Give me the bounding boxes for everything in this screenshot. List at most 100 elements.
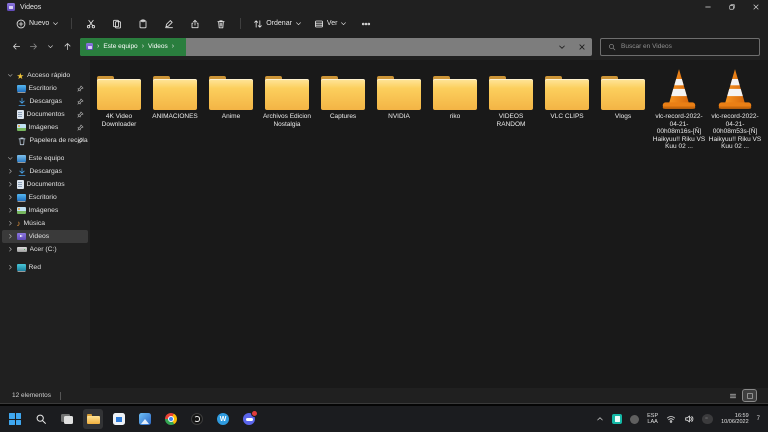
sidebar-item-imagenes[interactable]: Imágenes — [2, 204, 88, 217]
sidebar-item-escritorio[interactable]: Escritorio — [2, 82, 88, 95]
taskbar-button-store[interactable] — [109, 409, 129, 429]
chrome-icon — [165, 413, 177, 425]
window-controls — [696, 0, 768, 14]
search-icon — [608, 43, 616, 51]
clock[interactable]: 16:59 10/06/2022 — [721, 413, 749, 426]
recycle-bin-icon — [17, 136, 27, 146]
share-button[interactable] — [182, 16, 208, 32]
more-options-button[interactable] — [353, 16, 379, 32]
file-label: VIDEOS RANDOM — [484, 113, 538, 128]
rename-icon — [164, 19, 174, 29]
desktop-icon — [17, 85, 26, 92]
task-view-icon — [61, 414, 73, 424]
file-item-4k-video-downloader[interactable]: 4K Video Downloader — [91, 66, 147, 151]
sidebar-item-videos[interactable]: Videos — [2, 230, 88, 243]
tray-dark-app-icon[interactable] — [702, 414, 713, 424]
details-view-button[interactable] — [726, 390, 739, 401]
search-box[interactable] — [600, 38, 760, 56]
file-item-vlogs[interactable]: Vlogs — [595, 66, 651, 151]
breadcrumb-this-pc[interactable]: Este equipo — [103, 43, 137, 50]
chevron-down-icon — [52, 20, 59, 27]
view-toggles — [726, 390, 756, 401]
sidebar-item-papelera-de-recicla[interactable]: Papelera de recicla — [2, 134, 88, 147]
sidebar-item-imagenes[interactable]: Imágenes — [2, 121, 88, 134]
breadcrumb-videos[interactable]: Videos — [148, 43, 168, 50]
trash-icon — [216, 19, 226, 29]
view-button[interactable]: Ver — [308, 17, 354, 31]
sidebar-item-escritorio[interactable]: Escritorio — [2, 191, 88, 204]
forward-button[interactable] — [25, 38, 42, 55]
large-icons-view-button[interactable] — [743, 390, 756, 401]
new-button[interactable]: Nuevo — [10, 17, 65, 31]
language-indicator[interactable]: ESP LAA — [647, 413, 658, 426]
crumb-separator-icon: › — [97, 43, 99, 50]
stop-loading-button[interactable] — [574, 38, 590, 56]
taskbar-button-photos[interactable] — [135, 409, 155, 429]
tray-gray-app-icon[interactable] — [630, 415, 639, 424]
volume-icon[interactable] — [684, 414, 694, 424]
chevron-right-icon — [7, 233, 14, 240]
sidebar-item-descargas[interactable]: Descargas — [2, 165, 88, 178]
sidebar-item-acer-c[interactable]: Acer (C:) — [2, 243, 88, 256]
file-icon-area — [265, 66, 309, 110]
back-button[interactable] — [8, 38, 25, 55]
sidebar-item-label: Escritorio — [29, 194, 57, 201]
maximize-restore-button[interactable] — [720, 0, 744, 14]
file-item-vlc-record-2022-04-21-00h08m16s-n-haikyu[interactable]: vlc-record-2022-04-21-00h08m16s-[Ñ] Haik… — [651, 66, 707, 151]
copy-button[interactable] — [104, 16, 130, 32]
file-item-captures[interactable]: Captures — [315, 66, 371, 151]
up-button[interactable] — [59, 38, 76, 55]
folder-icon — [97, 76, 141, 110]
sidebar-item-label: Música — [24, 220, 46, 227]
tray-teal-app-icon[interactable] — [612, 414, 622, 424]
file-item-nvidia[interactable]: NVIDIA — [371, 66, 427, 151]
sidebar-item-network[interactable]: Red — [2, 261, 88, 274]
address-dropdown-button[interactable] — [554, 38, 570, 56]
rename-button[interactable] — [156, 16, 182, 32]
taskbar-button-start[interactable] — [5, 409, 25, 429]
breadcrumb: › Este equipo › Videos › — [80, 43, 174, 50]
sidebar-section-quick-access[interactable]: ★ Acceso rápido — [2, 69, 88, 82]
file-item-animaciones[interactable]: ANIMACIONES — [147, 66, 203, 151]
taskbar-icons — [5, 409, 259, 429]
toolbar-divider — [240, 18, 241, 29]
cut-button[interactable] — [78, 16, 104, 32]
taskbar-button-task-view[interactable] — [57, 409, 77, 429]
file-icon-area — [321, 66, 365, 110]
notification-count[interactable]: 7 — [757, 416, 760, 422]
file-label: VLC CLIPS — [550, 113, 583, 121]
taskbar-button-w-circle-app[interactable] — [213, 409, 233, 429]
recent-locations-button[interactable] — [42, 38, 59, 55]
taskbar-button-dark-circle-app[interactable] — [187, 409, 207, 429]
file-item-videos-random[interactable]: VIDEOS RANDOM — [483, 66, 539, 151]
file-item-anime[interactable]: Anime — [203, 66, 259, 151]
file-item-vlc-record-2022-04-21-00h08m53s-n-haikyu[interactable]: vlc-record-2022-04-21-00h08m53s-[Ñ] Haik… — [707, 66, 763, 151]
minimize-button[interactable] — [696, 0, 720, 14]
sort-button[interactable]: Ordenar — [247, 17, 308, 31]
search-input[interactable] — [621, 43, 752, 50]
sidebar-item-musica[interactable]: ♪Música — [2, 217, 88, 230]
items-count: 12 elementos — [12, 392, 51, 399]
sidebar-item-label: Videos — [29, 233, 50, 240]
file-item-archivos-edicion-nostalgia[interactable]: Archivos Edicion Nostalgia — [259, 66, 315, 151]
taskbar-button-discord[interactable] — [239, 409, 259, 429]
folder-icon — [377, 76, 421, 110]
sidebar-section-this-pc[interactable]: Este equipo — [2, 152, 88, 165]
drive-icon — [17, 247, 27, 252]
file-list: 4K Video DownloaderANIMACIONESAnimeArchi… — [90, 60, 768, 388]
taskbar-button-search[interactable] — [31, 409, 51, 429]
taskbar-button-chrome[interactable] — [161, 409, 181, 429]
system-tray: ESP LAA 16:59 10/06/2022 7 — [596, 413, 763, 426]
sidebar-item-documentos[interactable]: Documentos — [2, 108, 88, 121]
sidebar-item-documentos[interactable]: Documentos — [2, 178, 88, 191]
file-item-riko[interactable]: riko — [427, 66, 483, 151]
address-bar[interactable]: › Este equipo › Videos › — [80, 38, 592, 56]
close-button[interactable] — [744, 0, 768, 14]
wifi-icon[interactable] — [666, 414, 676, 424]
delete-button[interactable] — [208, 16, 234, 32]
paste-button[interactable] — [130, 16, 156, 32]
hidden-icons-chevron-icon[interactable] — [596, 415, 604, 423]
sidebar-item-descargas[interactable]: Descargas — [2, 95, 88, 108]
taskbar-button-file-explorer[interactable] — [83, 409, 103, 429]
file-item-vlc-clips[interactable]: VLC CLIPS — [539, 66, 595, 151]
